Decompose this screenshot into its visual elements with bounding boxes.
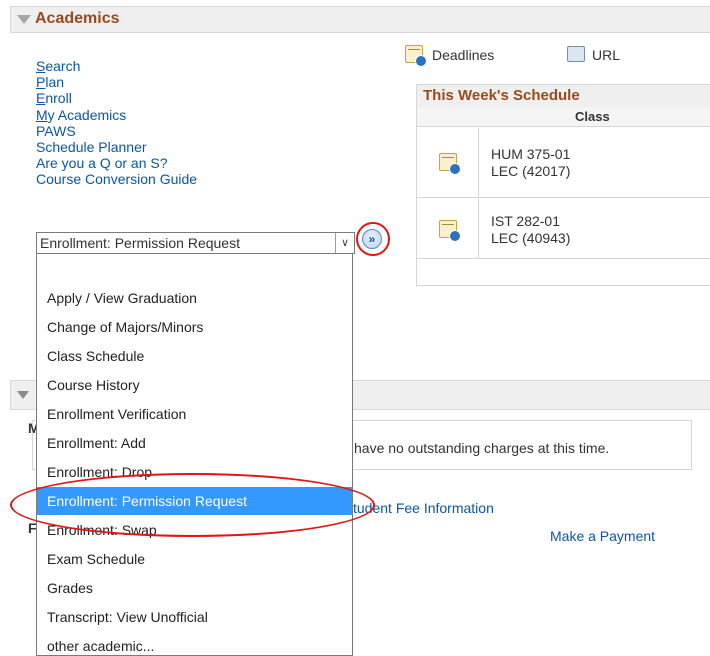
class-section: LEC (40943) xyxy=(491,230,571,246)
nav-accesskey: P xyxy=(36,74,46,91)
select-option[interactable]: other academic... xyxy=(37,632,352,655)
class-code: HUM 375-01 xyxy=(491,146,571,162)
nav-link-course-conversion[interactable]: Course Conversion Guide xyxy=(36,171,296,187)
class-info-icon[interactable] xyxy=(439,153,461,175)
nav-accesskey: S xyxy=(36,58,46,74)
deadlines-calendar-icon[interactable] xyxy=(405,45,427,67)
nav-link-label: earch xyxy=(45,58,81,74)
select-option[interactable]: Exam Schedule xyxy=(37,545,352,573)
nav-link-label: Schedule Planner xyxy=(36,139,147,156)
class-column-header: Class xyxy=(575,109,610,124)
chevron-down-icon[interactable]: ∨ xyxy=(335,233,354,253)
class-info-icon[interactable] xyxy=(439,220,461,242)
select-option[interactable] xyxy=(37,256,352,284)
select-value: Enrollment: Permission Request xyxy=(40,235,240,251)
make-payment-link[interactable]: Make a Payment xyxy=(550,528,655,544)
collapse-triangle-icon[interactable] xyxy=(17,391,29,399)
select-option[interactable]: Grades xyxy=(37,574,352,602)
nav-link-enroll[interactable]: Enroll xyxy=(36,90,296,106)
nav-accesskey: M xyxy=(36,106,48,123)
nav-link-search[interactable]: Search xyxy=(36,58,296,74)
select-options-list[interactable]: Apply / View Graduation Change of Majors… xyxy=(36,254,353,656)
charges-message: have no outstanding charges at this time… xyxy=(354,440,610,456)
nav-accesskey: E xyxy=(36,90,46,107)
nav-link-paws[interactable]: PAWS xyxy=(36,123,296,139)
academics-header[interactable]: Academics xyxy=(10,6,710,33)
select-option[interactable]: Enrollment Verification xyxy=(37,400,352,428)
url-link[interactable]: URL xyxy=(592,47,620,63)
nav-link-label: lan xyxy=(45,74,65,91)
select-option[interactable]: Course History xyxy=(37,371,352,399)
schedule-icon-cell xyxy=(417,199,479,258)
schedule-title: This Week's Schedule xyxy=(417,85,710,107)
schedule-icon-cell xyxy=(417,128,479,197)
select-option[interactable]: Change of Majors/Minors xyxy=(37,313,352,341)
schedule-row: HUM 375-01 LEC (42017) xyxy=(417,128,710,198)
select-option[interactable]: Enrollment: Add xyxy=(37,429,352,457)
annotation-ellipse xyxy=(10,473,375,537)
academics-action-select[interactable]: Enrollment: Permission Request ∨ xyxy=(36,232,355,254)
nav-link-label: y Academics xyxy=(47,106,127,123)
nav-link-label: nroll xyxy=(45,90,72,107)
nav-link-label: Course Conversion Guide xyxy=(36,171,198,188)
nav-link-label: Are you a Q or an S? xyxy=(36,155,168,172)
select-option[interactable]: Class Schedule xyxy=(37,342,352,370)
deadlines-link[interactable]: Deadlines xyxy=(432,47,494,63)
nav-link-q-or-s[interactable]: Are you a Q or an S? xyxy=(36,155,296,171)
nav-link-label: PAWS xyxy=(36,122,76,139)
annotation-circle xyxy=(356,222,390,256)
nav-link-my-academics[interactable]: My Academics xyxy=(36,107,296,123)
academics-title: Academics xyxy=(35,10,120,27)
academics-nav: Search Plan Enroll My Academics PAWS Sch… xyxy=(36,58,296,188)
class-code: IST 282-01 xyxy=(491,213,561,229)
schedule-row: IST 282-01 LEC (40943) xyxy=(417,199,710,259)
weekly-schedule-panel: This Week's Schedule Class HUM 375-01 LE… xyxy=(416,84,710,286)
select-option[interactable]: Transcript: View Unofficial xyxy=(37,603,352,631)
collapse-triangle-icon[interactable] xyxy=(17,15,31,24)
select-option[interactable]: Apply / View Graduation xyxy=(37,284,352,312)
class-section: LEC (42017) xyxy=(491,163,571,179)
url-icon[interactable] xyxy=(567,46,585,62)
schedule-header-row: Class xyxy=(417,107,710,127)
nav-link-schedule-planner[interactable]: Schedule Planner xyxy=(36,139,296,155)
nav-link-plan[interactable]: Plan xyxy=(36,74,296,90)
